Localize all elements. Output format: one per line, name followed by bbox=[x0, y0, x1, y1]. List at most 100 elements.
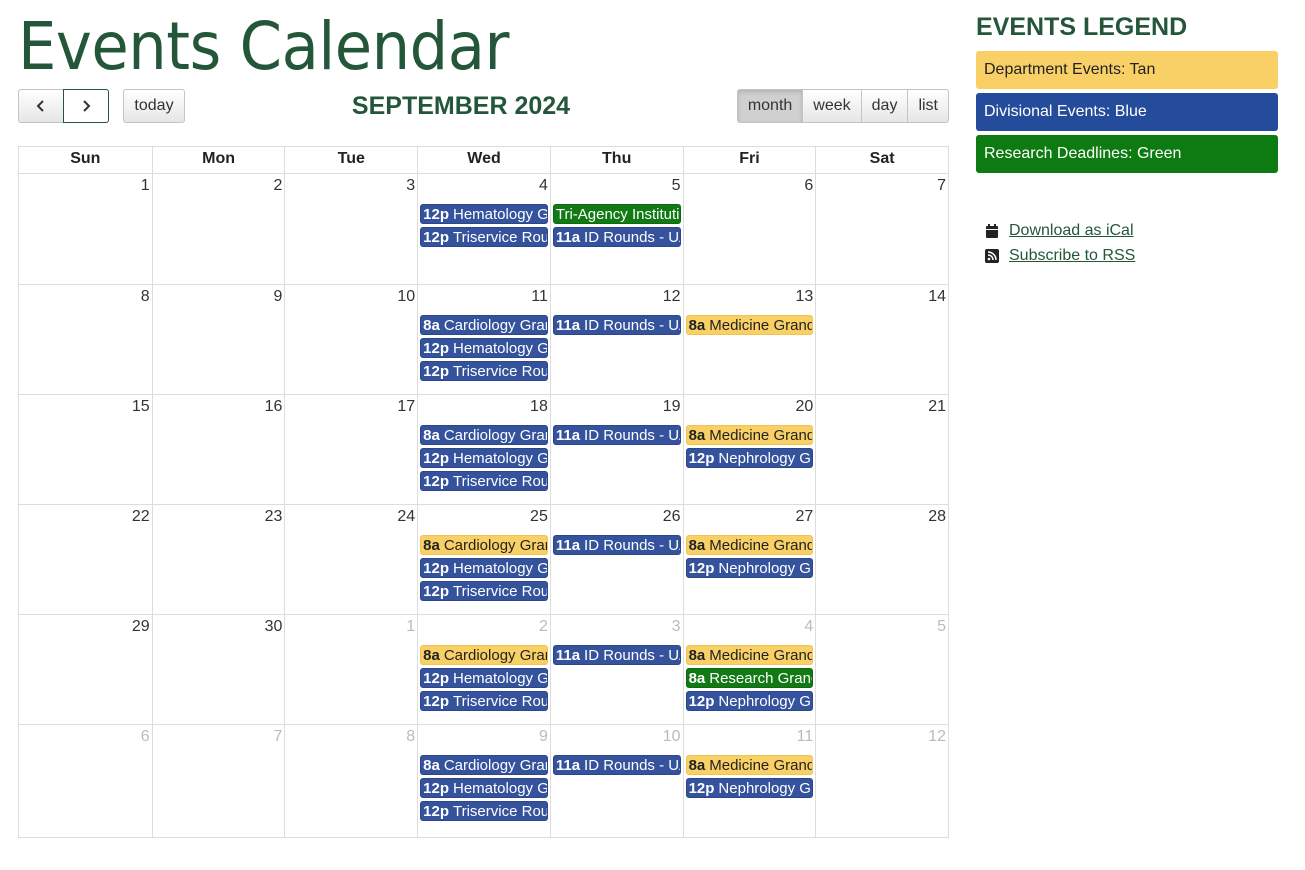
day-number[interactable]: 6 bbox=[804, 177, 813, 195]
day-number[interactable]: 20 bbox=[795, 398, 813, 416]
day-number[interactable]: 9 bbox=[539, 728, 548, 746]
day-cell[interactable]: 11 8aMedicine Grand Rounds 12pNephrology G… bbox=[682, 725, 816, 837]
day-cell[interactable]: 5 Tri-Agency Institutional Deadline 11aID … bbox=[549, 174, 683, 284]
calendar-event[interactable]: 12pTriservice Rounds bbox=[420, 227, 548, 247]
today-button[interactable]: today bbox=[123, 89, 185, 123]
subscribe-rss-link[interactable]: Subscribe to RSS bbox=[1009, 247, 1135, 265]
calendar-event[interactable]: 11aID Rounds - UAB bbox=[552, 755, 681, 775]
calendar-event[interactable]: 12pNephrology Grand Rounds bbox=[685, 778, 814, 798]
day-cell[interactable]: 20 8aMedicine Grand Rounds 12pNephrology G… bbox=[682, 395, 816, 504]
day-number[interactable]: 8 bbox=[406, 728, 415, 746]
day-number[interactable]: 17 bbox=[397, 398, 415, 416]
day-cell[interactable]: 9 8aCardiology Grand Rounds 12pHematology … bbox=[417, 725, 550, 837]
day-number[interactable]: 13 bbox=[795, 288, 813, 306]
day-cell[interactable]: 10 bbox=[284, 285, 417, 394]
day-number[interactable]: 27 bbox=[795, 508, 813, 526]
day-cell[interactable]: 23 bbox=[151, 505, 285, 614]
day-number[interactable]: 7 bbox=[937, 177, 946, 195]
day-cell[interactable]: 7 bbox=[151, 725, 285, 837]
day-number[interactable]: 15 bbox=[132, 398, 150, 416]
day-number[interactable]: 4 bbox=[539, 177, 548, 195]
day-number[interactable]: 2 bbox=[539, 618, 548, 636]
day-cell[interactable]: 26 11aID Rounds - UAB bbox=[549, 505, 683, 614]
day-cell[interactable]: 12 11aID Rounds - UAB bbox=[549, 285, 683, 394]
day-cell[interactable]: 1 bbox=[284, 615, 417, 724]
view-month-button[interactable]: month bbox=[736, 89, 804, 123]
calendar-event[interactable]: 12pHematology Grand Rounds bbox=[420, 204, 548, 224]
day-cell[interactable]: 13 8aMedicine Grand Rounds bbox=[682, 285, 816, 394]
day-cell[interactable]: 12 bbox=[815, 725, 948, 837]
day-number[interactable]: 3 bbox=[406, 177, 415, 195]
day-cell[interactable]: 1 bbox=[19, 174, 152, 284]
download-ical-link[interactable]: Download as iCal bbox=[1009, 222, 1134, 240]
day-cell[interactable]: 16 bbox=[151, 395, 285, 504]
day-cell[interactable]: 29 bbox=[19, 615, 152, 724]
calendar-event[interactable]: 8aMedicine Grand Rounds bbox=[685, 755, 814, 775]
day-cell[interactable]: 24 bbox=[284, 505, 417, 614]
day-cell[interactable]: 14 bbox=[815, 285, 948, 394]
calendar-event[interactable]: 12pHematology Grand Rounds bbox=[420, 448, 548, 468]
prev-button[interactable] bbox=[18, 89, 64, 123]
day-number[interactable]: 11 bbox=[797, 728, 814, 746]
calendar-event[interactable]: 12pNephrology Grand Rounds bbox=[685, 691, 814, 711]
day-number[interactable]: 5 bbox=[672, 177, 681, 195]
day-number[interactable]: 12 bbox=[663, 288, 681, 306]
day-cell[interactable]: 10 11aID Rounds - UAB bbox=[549, 725, 683, 837]
day-number[interactable]: 18 bbox=[530, 398, 548, 416]
day-number[interactable]: 1 bbox=[141, 177, 150, 195]
day-number[interactable]: 6 bbox=[141, 728, 150, 746]
view-week-button[interactable]: week bbox=[802, 89, 862, 123]
day-cell[interactable]: 2 bbox=[151, 174, 285, 284]
day-number[interactable]: 11 bbox=[531, 288, 548, 306]
day-cell[interactable]: 4 12pHematology Grand Rounds 12pTriservice… bbox=[417, 174, 550, 284]
calendar-event[interactable]: 11aID Rounds - UAB bbox=[552, 645, 681, 665]
calendar-event[interactable]: 12pTriservice Rounds bbox=[420, 691, 548, 711]
calendar-event[interactable]: 12pTriservice Rounds bbox=[420, 581, 548, 601]
day-number[interactable]: 10 bbox=[663, 728, 681, 746]
day-cell[interactable]: 2 8aCardiology Grand Rounds 12pHematology … bbox=[417, 615, 550, 724]
day-cell[interactable]: 3 bbox=[284, 174, 417, 284]
day-number[interactable]: 5 bbox=[937, 618, 946, 636]
calendar-event[interactable]: 12pNephrology Grand Rounds bbox=[685, 558, 814, 578]
calendar-event[interactable]: 11aID Rounds - UAB bbox=[552, 315, 681, 335]
view-day-button[interactable]: day bbox=[860, 89, 909, 123]
calendar-event[interactable]: 8aMedicine Grand Rounds bbox=[685, 425, 814, 445]
day-number[interactable]: 8 bbox=[141, 288, 150, 306]
day-cell[interactable]: 8 bbox=[284, 725, 417, 837]
day-cell[interactable]: 22 bbox=[19, 505, 152, 614]
day-number[interactable]: 24 bbox=[397, 508, 415, 526]
calendar-event[interactable]: 8aCardiology Grand Rounds bbox=[420, 315, 548, 335]
day-cell[interactable]: 6 bbox=[19, 725, 152, 837]
day-number[interactable]: 1 bbox=[406, 618, 415, 636]
day-number[interactable]: 10 bbox=[397, 288, 415, 306]
day-cell[interactable]: 17 bbox=[284, 395, 417, 504]
calendar-event[interactable]: 12pTriservice Rounds bbox=[420, 361, 548, 381]
day-cell[interactable]: 11 8aCardiology Grand Rounds 12pHematology… bbox=[417, 285, 550, 394]
day-number[interactable]: 2 bbox=[274, 177, 283, 195]
calendar-event[interactable]: 12pHematology Grand Rounds bbox=[420, 558, 548, 578]
day-number[interactable]: 16 bbox=[265, 398, 283, 416]
view-list-button[interactable]: list bbox=[907, 89, 949, 123]
day-number[interactable]: 19 bbox=[663, 398, 681, 416]
day-cell[interactable]: 30 bbox=[151, 615, 285, 724]
day-number[interactable]: 22 bbox=[132, 508, 150, 526]
calendar-event[interactable]: 8aCardiology Grand Rounds bbox=[420, 425, 548, 445]
calendar-event[interactable]: 8aResearch Grand Rounds bbox=[685, 668, 814, 688]
calendar-event[interactable]: 12pTriservice Rounds bbox=[420, 471, 548, 491]
day-cell[interactable]: 48aMedicine Grand Rounds8aResearch Grand… bbox=[682, 615, 816, 724]
day-cell[interactable]: 18 8aCardiology Grand Rounds 12pHematology… bbox=[417, 395, 550, 504]
day-cell[interactable]: 25 8aCardiology Grand Rounds 12pHematology… bbox=[417, 505, 550, 614]
next-button[interactable] bbox=[63, 89, 109, 123]
day-cell[interactable]: 6 bbox=[682, 174, 816, 284]
day-cell[interactable]: 7 bbox=[815, 174, 948, 284]
day-number[interactable]: 9 bbox=[274, 288, 283, 306]
day-number[interactable]: 14 bbox=[928, 288, 946, 306]
calendar-event[interactable]: 8aMedicine Grand Rounds bbox=[685, 535, 814, 555]
calendar-event[interactable]: 8aMedicine Grand Rounds bbox=[685, 645, 814, 665]
day-number[interactable]: 30 bbox=[265, 618, 283, 636]
calendar-event[interactable]: 8aMedicine Grand Rounds bbox=[685, 315, 814, 335]
day-number[interactable]: 28 bbox=[928, 508, 946, 526]
day-number[interactable]: 25 bbox=[530, 508, 548, 526]
day-number[interactable]: 26 bbox=[663, 508, 681, 526]
calendar-event[interactable]: 12pHematology Grand Rounds bbox=[420, 338, 548, 358]
